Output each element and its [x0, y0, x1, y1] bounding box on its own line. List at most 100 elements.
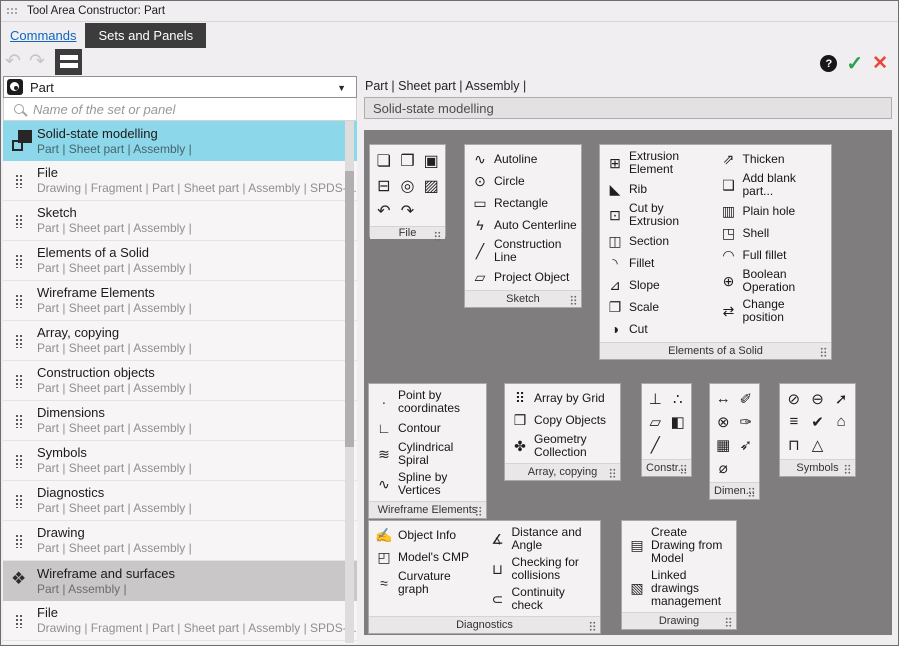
palette-footer-drawing[interactable]: Drawing — [622, 612, 736, 629]
title-bar[interactable]: Tool Area Constructor: Part — [1, 1, 898, 22]
open-folder-icon[interactable]: ❒ — [396, 148, 420, 173]
list-item-file[interactable]: FileDrawing | Fragment | Part | Sheet pa… — [3, 161, 357, 201]
list-item-file-2[interactable]: FileDrawing | Fragment | Part | Sheet pa… — [3, 601, 357, 641]
tool-change-position[interactable]: ⇄Change position — [716, 296, 830, 326]
window-grip-icon[interactable] — [6, 7, 17, 15]
drag-grip-icon[interactable] — [15, 374, 23, 388]
tool-section[interactable]: ◫Section — [602, 230, 716, 252]
tool-copy-objects[interactable]: ❒Copy Objects — [507, 409, 618, 431]
help-button[interactable]: ? — [820, 55, 837, 72]
tool-shell[interactable]: ◳Shell — [716, 222, 830, 244]
drag-grip-icon[interactable] — [15, 454, 23, 468]
palette-footer-diagnostics[interactable]: Diagnostics — [369, 616, 600, 633]
palette-construction-objects[interactable]: ⊥ ∴ ▱ ◧ ╱ Constr... — [641, 383, 692, 477]
drag-grip-icon[interactable] — [15, 614, 23, 628]
print-icon[interactable]: ⊟ — [372, 173, 396, 198]
drag-grip-icon[interactable] — [15, 214, 23, 228]
palette-footer-sketch[interactable]: Sketch — [465, 290, 581, 307]
palette-footer-symbols[interactable]: Symbols — [780, 459, 855, 476]
palette-file[interactable]: ❏ ❒ ▣ ⊟ ◎ ▨ ↶ ↷ File — [369, 144, 446, 237]
tool-cylindrical-spiral[interactable]: ≋Cylindrical Spiral — [371, 439, 484, 469]
tool-contour[interactable]: ∟Contour — [371, 417, 484, 439]
tool-curvature-graph[interactable]: ≈Curvature graph — [371, 568, 485, 598]
palette-footer-dimensions[interactable]: Dimen... — [710, 482, 759, 499]
drag-grip-icon[interactable] — [434, 231, 441, 241]
tool-construction-line[interactable]: ╱Construction Line — [467, 236, 579, 266]
tool-linked-drawings-management[interactable]: ▧Linked drawings management — [624, 567, 734, 610]
palette-sketch[interactable]: ∿Autoline ⊙Circle ▭Rectangle ϟAuto Cente… — [464, 144, 582, 308]
cancel-button[interactable]: ✕ — [872, 52, 888, 75]
palette-drawing[interactable]: ▤Create Drawing from Model ▧Linked drawi… — [621, 520, 737, 630]
panel-view-toggle-button[interactable] — [55, 49, 82, 75]
scrollbar-thumb[interactable] — [345, 171, 354, 447]
palette-footer-wireframe-elements[interactable]: Wireframe Elements — [369, 501, 486, 518]
list-item-elements-of-a-solid[interactable]: Elements of a SolidPart | Sheet part | A… — [3, 241, 357, 281]
print-preview-icon[interactable]: ◎ — [396, 173, 420, 198]
radial-dimension-icon[interactable]: ✑ — [735, 410, 758, 433]
tool-auto-centerline[interactable]: ϟAuto Centerline — [467, 214, 579, 236]
palette-array-copying[interactable]: ⠿Array by Grid ❒Copy Objects ✤Geometry C… — [504, 383, 621, 481]
drag-grip-icon[interactable] — [15, 174, 23, 188]
tool-extrusion-element[interactable]: ⊞Extrusion Element — [602, 148, 716, 178]
tool-fillet[interactable]: ◝Fillet — [602, 252, 716, 274]
undo-icon[interactable]: ↶ — [372, 198, 396, 223]
position-flag-icon[interactable]: ⌂ — [829, 410, 853, 433]
redo-icon[interactable]: ↷ — [25, 50, 49, 73]
palette-elements-of-a-solid[interactable]: ⊞Extrusion Element ◣Rib ⊡Cut by Extrusio… — [599, 144, 832, 360]
tool-array-by-grid[interactable]: ⠿Array by Grid — [507, 387, 618, 409]
tool-checking-for-collisions[interactable]: ⊔Checking for collisions — [485, 554, 599, 584]
list-item-sketch[interactable]: SketchPart | Sheet part | Assembly | — [3, 201, 357, 241]
list-item-dimensions[interactable]: DimensionsPart | Sheet part | Assembly | — [3, 401, 357, 441]
list-item-symbols[interactable]: SymbolsPart | Sheet part | Assembly | — [3, 441, 357, 481]
diameter-dimension-icon[interactable]: ⊗ — [712, 410, 735, 433]
list-item-construction-objects[interactable]: Construction objectsPart | Sheet part | … — [3, 361, 357, 401]
tool-geometry-collection[interactable]: ✤Geometry Collection — [507, 431, 618, 461]
new-document-icon[interactable]: ❏ — [372, 148, 396, 173]
redo-icon[interactable]: ↷ — [396, 198, 420, 223]
tool-circle[interactable]: ⊙Circle — [467, 170, 579, 192]
drag-grip-icon[interactable] — [589, 621, 596, 631]
tab-sets-and-panels[interactable]: Sets and Panels — [85, 23, 206, 48]
list-item-drawing[interactable]: DrawingPart | Sheet part | Assembly | — [3, 521, 357, 561]
construction-plane-icon[interactable]: ▱ — [644, 410, 667, 433]
leader-note-icon[interactable]: ➚ — [829, 387, 853, 410]
list-item-diagnostics[interactable]: DiagnosticsPart | Sheet part | Assembly … — [3, 481, 357, 521]
list-item-wireframe-elements[interactable]: Wireframe ElementsPart | Sheet part | As… — [3, 281, 357, 321]
palette-dimensions[interactable]: ↔ ✐ ⊗ ✑ ▦ ➶ ⌀ Dimen... — [709, 383, 760, 500]
palette-footer-construction[interactable]: Constr... — [642, 459, 691, 476]
drag-grip-icon[interactable] — [609, 468, 616, 478]
drag-grip-icon[interactable] — [570, 295, 577, 305]
list-item-array-copying[interactable]: Array, copyingPart | Sheet part | Assemb… — [3, 321, 357, 361]
linear-dimension-icon[interactable]: ↔ — [712, 387, 735, 410]
drag-grip-icon[interactable] — [820, 347, 827, 357]
drag-grip-icon[interactable] — [475, 506, 482, 516]
drag-grip-icon[interactable] — [844, 464, 851, 474]
palette-footer-elements-of-a-solid[interactable]: Elements of a Solid — [600, 342, 831, 359]
dimension-table-icon[interactable]: ▦ — [712, 433, 735, 456]
sketch-dimension-icon[interactable]: ✐ — [735, 387, 758, 410]
document-type-dropdown[interactable]: Part ▼ — [3, 76, 357, 98]
base-symbol-icon[interactable]: ⊓ — [782, 433, 806, 456]
datum-icon[interactable]: ⊖ — [806, 387, 830, 410]
drag-grip-icon[interactable] — [748, 487, 755, 497]
tool-rectangle[interactable]: ▭Rectangle — [467, 192, 579, 214]
palette-wireframe-elements[interactable]: ∙Point by coordinates ∟Contour ≋Cylindri… — [368, 383, 487, 519]
leader-dimension-icon[interactable]: ➶ — [735, 433, 758, 456]
tool-rib[interactable]: ◣Rib — [602, 178, 716, 200]
drag-grip-icon[interactable] — [15, 254, 23, 268]
confirm-button[interactable]: ✓ — [846, 51, 863, 76]
tool-thicken[interactable]: ⇗Thicken — [716, 148, 830, 170]
save-as-icon[interactable]: ▨ — [419, 173, 443, 198]
local-coordinate-system-icon[interactable]: ◧ — [667, 410, 690, 433]
points-group-icon[interactable]: ∴ — [667, 387, 690, 410]
palette-diagnostics[interactable]: ✍Object Info ◰Model's CMP ≈Curvature gra… — [368, 520, 601, 634]
construction-axis-icon[interactable]: ⊥ — [644, 387, 667, 410]
tool-continuity-check[interactable]: ⊂Continuity check — [485, 584, 599, 614]
drag-grip-icon[interactable] — [680, 464, 687, 474]
tool-plain-hole[interactable]: ▥Plain hole — [716, 200, 830, 222]
tool-create-drawing-from-model[interactable]: ▤Create Drawing from Model — [624, 524, 734, 567]
drag-grip-icon[interactable] — [725, 617, 732, 627]
tolerance-icon[interactable]: ≡ — [782, 410, 806, 433]
palette-footer-array-copying[interactable]: Array, copying — [505, 463, 620, 480]
tool-project-object[interactable]: ▱Project Object — [467, 266, 579, 288]
